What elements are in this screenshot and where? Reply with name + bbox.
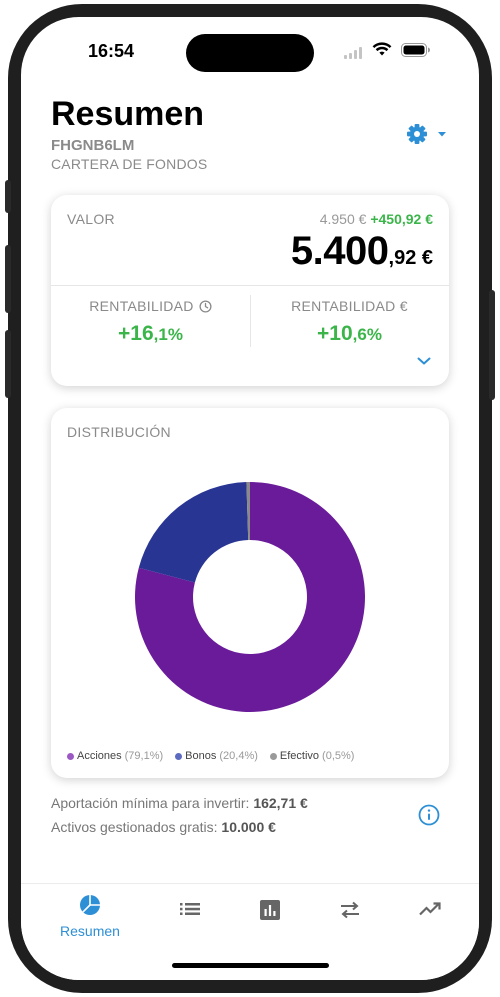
dropdown-caret-icon xyxy=(438,132,446,137)
legend-item-bonos: Bonos (20,4%) xyxy=(175,750,258,762)
swap-arrows-icon xyxy=(341,901,359,919)
legend-pct: (79,1%) xyxy=(124,750,164,762)
tab-statistics[interactable] xyxy=(230,900,310,925)
total-value-integer: 5.400 xyxy=(290,229,389,273)
wifi-icon xyxy=(372,42,392,56)
tab-evolution[interactable] xyxy=(390,902,470,921)
legend-name: Bonos xyxy=(185,750,217,762)
tab-list[interactable] xyxy=(150,902,230,921)
trending-up-icon xyxy=(419,902,441,916)
money-return-label: RENTABILIDAD € xyxy=(291,298,408,314)
clock-icon xyxy=(199,299,212,313)
legend-dot xyxy=(269,752,277,760)
bar-chart-icon xyxy=(260,900,280,920)
time-return-integer: +16 xyxy=(118,322,154,345)
distribution-label: DISTRIBUCIÓN xyxy=(67,424,171,440)
chart-legend: Acciones (79,1%) Bonos (20,4%) Efectivo … xyxy=(67,750,354,762)
managed-assets-value: 10.000 € xyxy=(221,819,276,835)
tab-resumen-label: Resumen xyxy=(60,923,120,939)
list-icon xyxy=(180,903,200,915)
legend-dot xyxy=(175,752,183,760)
legend-name: Efectivo xyxy=(279,750,320,762)
managed-assets: Activos gestionados gratis: 10.000 € xyxy=(51,819,276,835)
battery-icon xyxy=(401,43,430,57)
pie-chart-icon xyxy=(80,895,100,915)
distribution-card: DISTRIBUCIÓN Acciones (79,1%) Bonos (20,… xyxy=(51,408,449,778)
page-title: Resumen xyxy=(51,95,205,133)
min-contribution-value: 162,71 € xyxy=(253,795,308,811)
tab-resumen[interactable]: Resumen xyxy=(50,894,130,939)
legend-dot xyxy=(67,752,74,760)
legend-pct: (0,5%) xyxy=(322,750,355,762)
min-contribution: Aportación mínima para invertir: 162,71 … xyxy=(51,795,308,811)
total-value-decimal: ,92 € xyxy=(388,247,433,269)
value-label: VALOR xyxy=(67,211,115,227)
legend-pct: (20,4%) xyxy=(219,750,258,762)
min-contribution-label: Aportación mínima para invertir: xyxy=(51,795,250,811)
status-time: 16:54 xyxy=(88,41,135,61)
home-indicator xyxy=(172,963,329,968)
expand-chevron-icon[interactable] xyxy=(416,355,432,367)
value-card: VALOR 4.950 € +450,92 € 5.400,92 € RENTA… xyxy=(51,195,449,386)
previous-value: 4.950 € +450,92 € xyxy=(320,211,433,227)
legend-item-efectivo: Efectivo (0,5%) xyxy=(269,750,355,762)
legend-name: Acciones xyxy=(77,750,122,762)
settings-gear-icon[interactable] xyxy=(407,122,449,146)
managed-assets-label: Activos gestionados gratis: xyxy=(51,819,218,835)
silent-switch xyxy=(5,180,11,213)
donut-slice-bonos xyxy=(138,482,249,583)
volume-up-button xyxy=(5,245,11,313)
portfolio-code: FHGNB6LM xyxy=(51,137,135,154)
legend-item-acciones: Acciones (79,1%) xyxy=(67,750,163,762)
divider xyxy=(51,285,449,286)
distribution-donut-chart xyxy=(135,482,365,712)
cellular-signal-icon xyxy=(344,47,362,59)
total-value: 5.400,92 € xyxy=(291,229,433,274)
dynamic-island xyxy=(186,34,314,72)
invested-amount: 4.950 € xyxy=(319,211,367,227)
tab-transfers[interactable] xyxy=(310,901,390,924)
money-return-integer: +10 xyxy=(317,322,353,345)
screen: 16:54 Resumen FHGNB6LM CARTERA DE FONDOS xyxy=(21,17,479,980)
gain-amount: +450,92 € xyxy=(370,211,433,227)
time-weighted-return: RENTABILIDAD +16,1% xyxy=(51,298,250,346)
money-weighted-return: RENTABILIDAD € +10,6% xyxy=(250,298,449,346)
time-return-label: RENTABILIDAD xyxy=(89,298,194,314)
info-icon[interactable] xyxy=(418,804,440,826)
portfolio-subtitle: CARTERA DE FONDOS xyxy=(51,156,208,172)
volume-down-button xyxy=(5,330,11,398)
money-return-decimal: ,6% xyxy=(352,325,382,344)
time-return-decimal: ,1% xyxy=(153,325,183,344)
power-button xyxy=(489,290,495,400)
